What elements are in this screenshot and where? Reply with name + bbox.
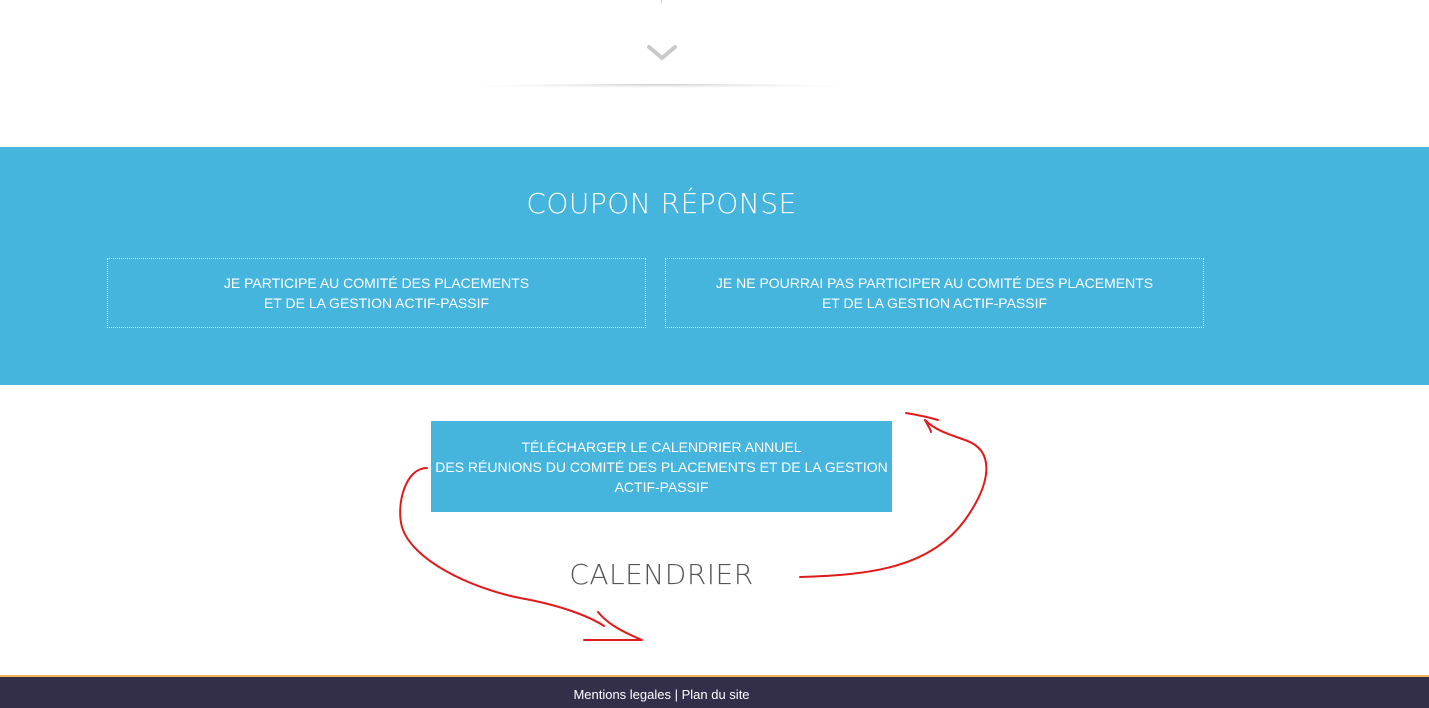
calendar-title: CALENDRIER xyxy=(569,558,754,591)
annotation-arrowhead-left xyxy=(583,611,643,641)
download-button-line3: ACTIF-PASSIF xyxy=(614,478,709,495)
top-divider-tick xyxy=(661,0,662,3)
plan-du-site-link[interactable]: Plan du site xyxy=(682,687,750,702)
section-shadow-divider xyxy=(402,84,918,94)
annotation-arrowhead-right xyxy=(905,412,939,433)
download-button-line1: TÉLÉCHARGER LE CALENDRIER ANNUEL xyxy=(521,438,802,455)
coupon-title: COUPON RÉPONSE xyxy=(526,187,797,220)
decline-button-line1: JE NE POURRAI PAS PARTICIPER AU COMITÉ D… xyxy=(715,275,1154,291)
mentions-legales-link[interactable]: Mentions legales xyxy=(573,687,671,702)
download-button-line2: DES RÉUNIONS DU COMITÉ DES PLACEMENTS ET… xyxy=(435,458,888,475)
chevron-down-icon[interactable] xyxy=(646,40,678,62)
footer-separator: | xyxy=(671,687,682,702)
participate-button-line2: ET DE LA GESTION ACTIF-PASSIF xyxy=(263,295,490,311)
participate-button[interactable]: JE PARTICIPE AU COMITÉ DES PLACEMENTS ET… xyxy=(107,258,646,328)
download-calendar-button[interactable]: TÉLÉCHARGER LE CALENDRIER ANNUEL DES RÉU… xyxy=(431,421,892,512)
footer: Mentions legales | Plan du site xyxy=(0,677,1429,708)
page: COUPON RÉPONSE JE PARTICIPE AU COMITÉ DE… xyxy=(0,0,1429,708)
decline-button-line2: ET DE LA GESTION ACTIF-PASSIF xyxy=(821,295,1048,311)
participate-button-line1: JE PARTICIPE AU COMITÉ DES PLACEMENTS xyxy=(223,275,530,291)
decline-button[interactable]: JE NE POURRAI PAS PARTICIPER AU COMITÉ D… xyxy=(665,258,1204,328)
